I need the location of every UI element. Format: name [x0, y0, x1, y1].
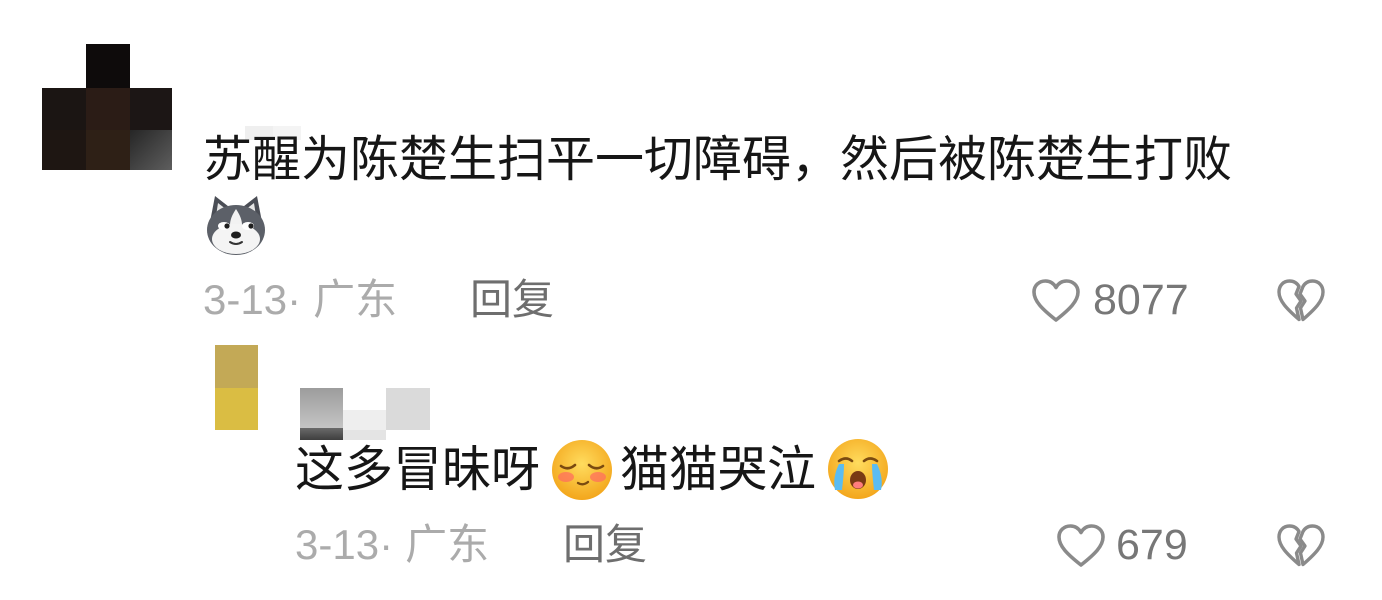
comment-meta: 3-13· 广东 [203, 275, 397, 325]
husky-face-emoji [203, 192, 269, 258]
reply-text-part-1: 这多冒昧呀 [295, 443, 541, 497]
like-count: 8077 [1093, 276, 1189, 324]
reply-location: 广东 [405, 521, 490, 568]
comment-text: 苏醒为陈楚生扫平一切障碍，然后被陈楚生打败 [203, 133, 1233, 187]
meta-separator: · [287, 276, 302, 323]
reply-button[interactable]: 回复 [563, 520, 647, 570]
heart-outline-icon[interactable] [1030, 277, 1082, 325]
broken-heart-icon[interactable] [1275, 277, 1327, 325]
comment-date: 3-13 [203, 276, 288, 323]
reply-button[interactable]: 回复 [470, 275, 554, 325]
comment-location: 广东 [313, 276, 398, 323]
like-count: 679 [1116, 521, 1188, 569]
reply-meta: 3-13· 广东 [295, 520, 489, 570]
meta-separator: · [379, 521, 394, 568]
shy-face-emoji [550, 438, 614, 502]
reply-text-part-2: 猫猫哭泣 [620, 443, 817, 497]
heart-outline-icon[interactable] [1055, 522, 1107, 570]
broken-heart-icon[interactable] [1275, 522, 1327, 570]
reply-date: 3-13 [295, 521, 380, 568]
crying-face-emoji [825, 436, 891, 502]
